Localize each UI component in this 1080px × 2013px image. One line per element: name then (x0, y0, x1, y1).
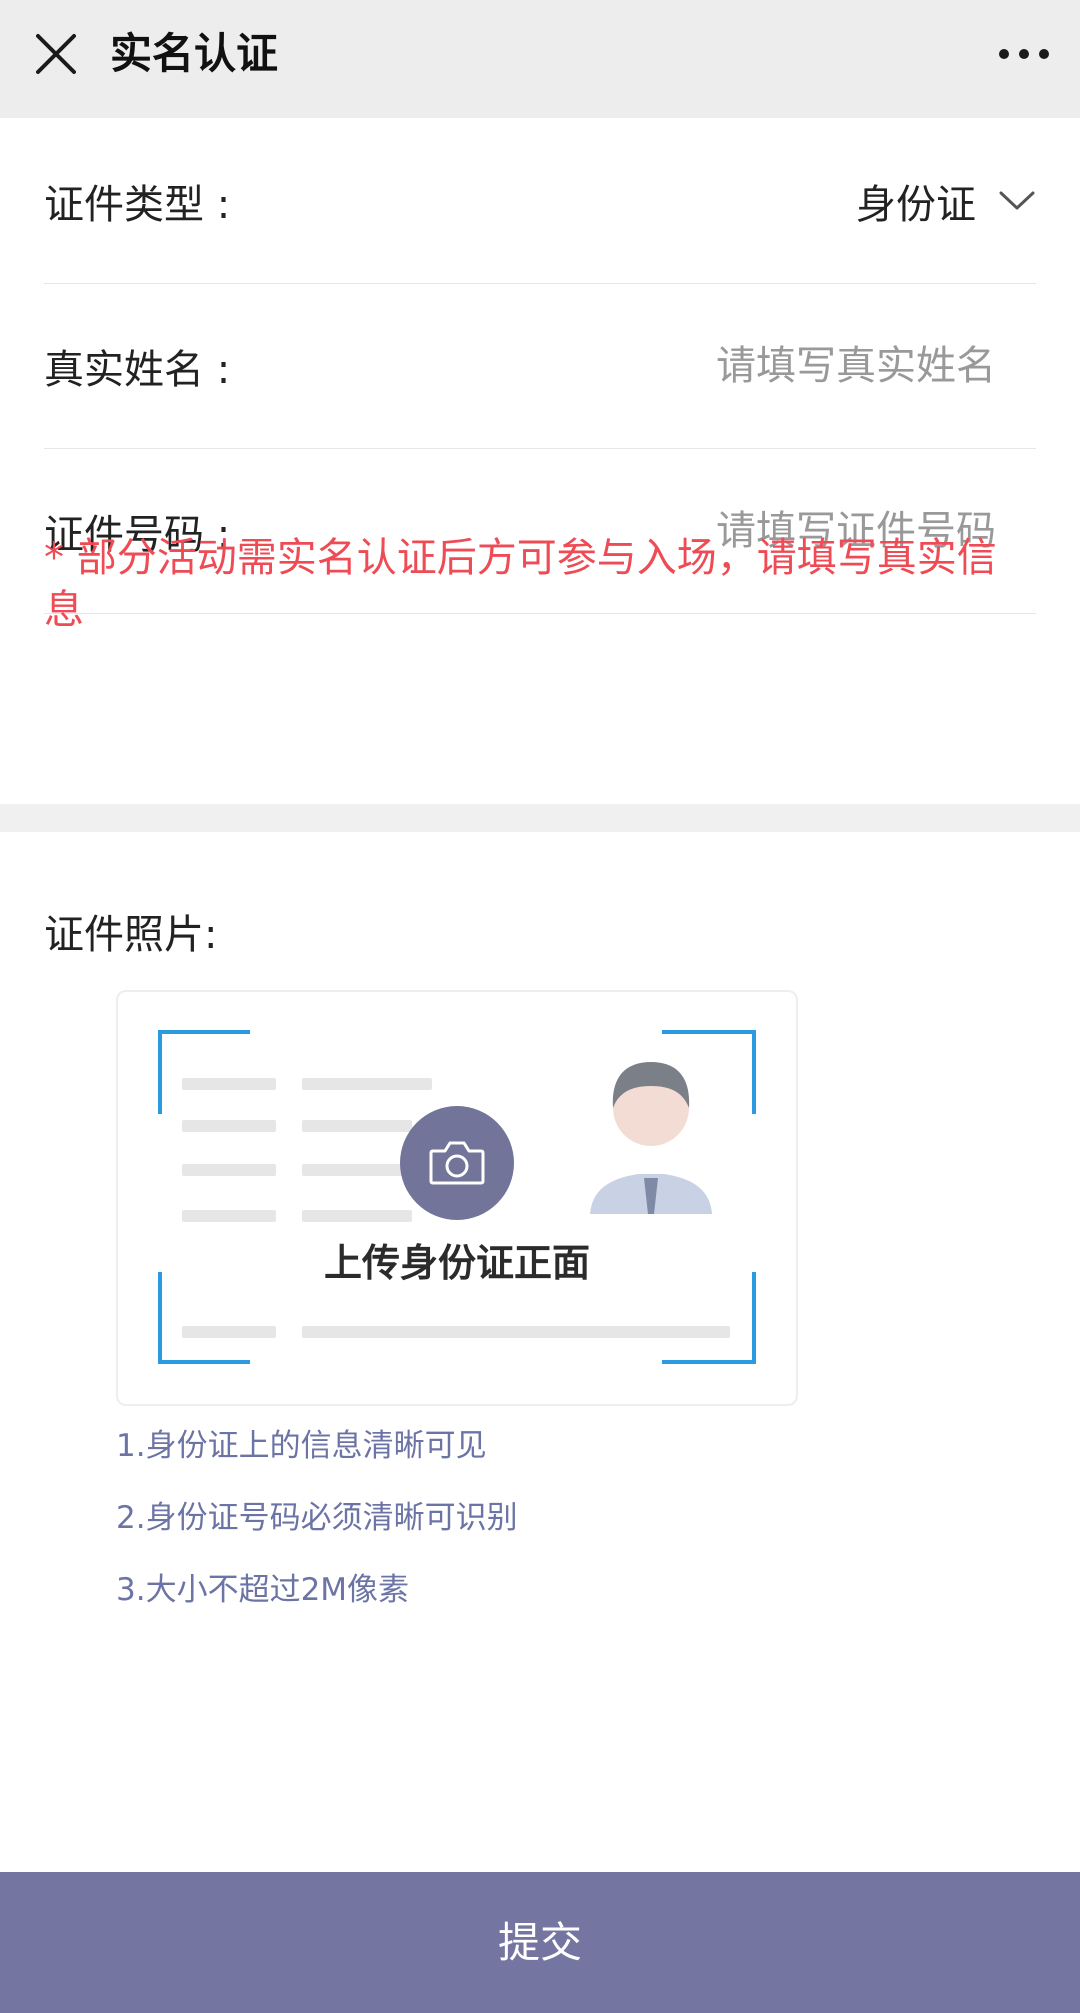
portrait-icon (590, 1062, 712, 1214)
navbar: 实名认证 (0, 0, 1080, 118)
close-icon[interactable] (28, 26, 84, 82)
real-name-row: 真实姓名 : (44, 283, 1036, 449)
upload-tips: 1.身份证上的信息清晰可见 2.身份证号码必须清晰可识别 3.大小不超过2M像素 (116, 1418, 916, 1634)
submit-button[interactable]: 提交 (0, 1872, 1080, 2013)
real-name-label: 真实姓名 : (44, 346, 231, 393)
id-type-value: 身份证 (856, 181, 976, 228)
id-type-select[interactable]: 身份证 (856, 172, 1036, 230)
id-front-upload-card[interactable]: 上传身份证正面 (116, 990, 798, 1406)
tip-item: 3.大小不超过2M像素 (116, 1572, 410, 1608)
tip-item: 2.身份证号码必须清晰可识别 (116, 1500, 518, 1536)
more-icon[interactable] (994, 30, 1054, 78)
camera-button[interactable] (400, 1106, 514, 1220)
page-title: 实名认证 (110, 29, 279, 78)
section-divider (0, 804, 1080, 832)
upload-text: 上传身份证正面 (323, 1241, 590, 1285)
real-name-input[interactable] (516, 330, 996, 401)
id-type-row[interactable]: 证件类型 : 身份证 (44, 118, 1036, 284)
form-section: 证件类型 : 身份证 真实姓名 : 证件号码 : * 部分活动需实名认证后方可参… (0, 118, 1080, 804)
photo-label: 证件照片: (44, 912, 218, 958)
id-type-label: 证件类型 : (44, 181, 231, 228)
camera-icon (429, 1141, 485, 1185)
chevron-down-icon (999, 191, 1035, 209)
tip-item: 1.身份证上的信息清晰可见 (116, 1428, 487, 1464)
notice-text: * 部分活动需实名认证后方可参与入场，请填写真实信息 (44, 535, 997, 633)
